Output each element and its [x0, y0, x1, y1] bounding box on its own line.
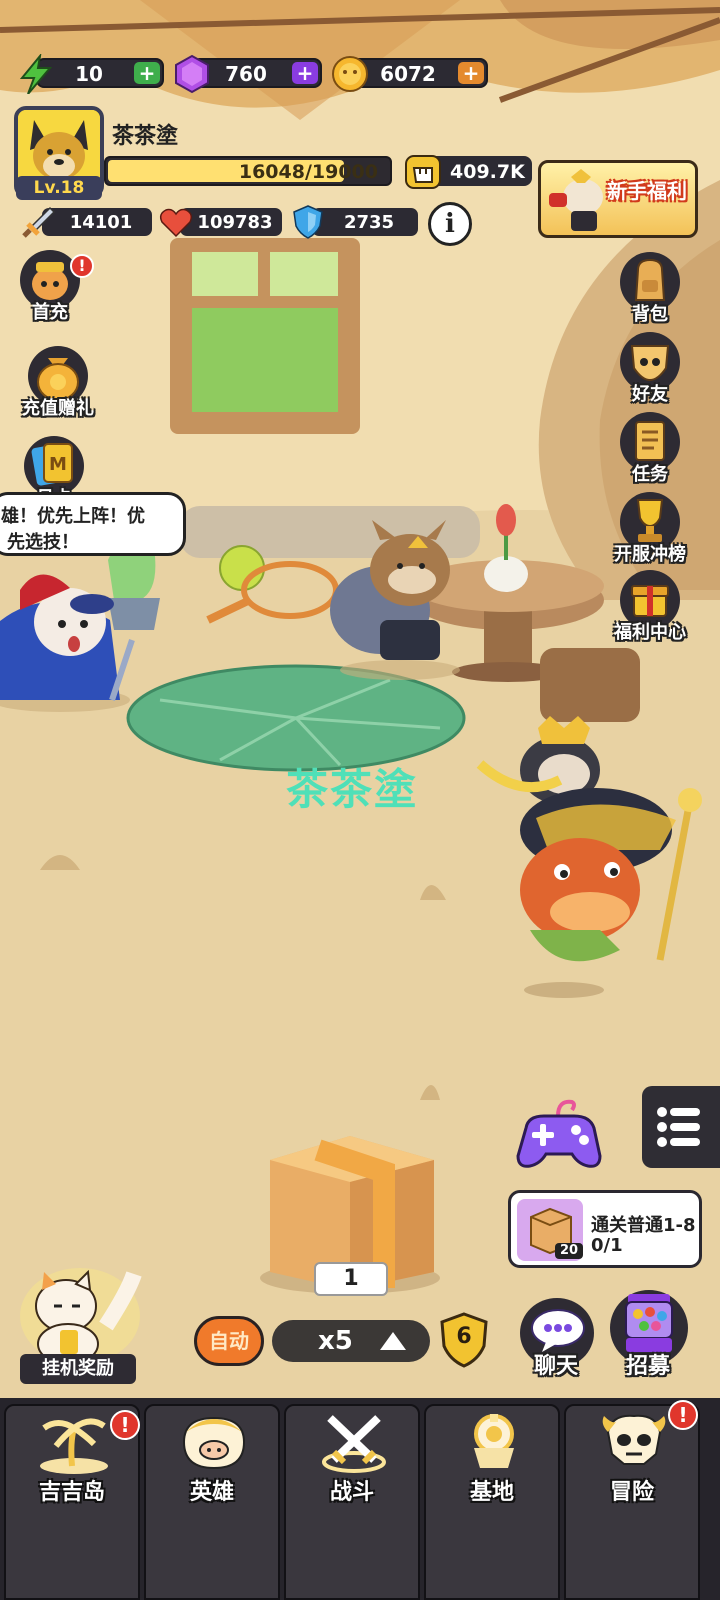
quest-progress: 0/1: [591, 1235, 623, 1256]
recruit-button[interactable]: 招募: [610, 1290, 688, 1379]
megaphone-cat-icon: [549, 169, 603, 231]
heart-icon: [159, 208, 193, 238]
coins-counter: 6072 +: [330, 54, 488, 92]
recruit-label: 招募: [625, 1354, 670, 1379]
tab-adventure[interactable]: ! 冒险: [564, 1400, 700, 1600]
stage-shield[interactable]: 6: [438, 1312, 490, 1368]
gift-icon: [631, 585, 669, 617]
hp-value: 109783: [197, 212, 273, 233]
tasks-icon: [635, 421, 665, 461]
tab-adventure-label: 冒险: [609, 1480, 654, 1505]
menu-button[interactable]: [642, 1086, 720, 1168]
sword-icon: [22, 206, 56, 238]
speech-bubble: 雄！优先上阵！优 先选技！: [0, 492, 186, 556]
hp-stat: 109783: [158, 206, 282, 238]
triangle-up-icon: [380, 1332, 406, 1350]
gamepad-icon: [516, 1099, 602, 1168]
chat-button[interactable]: 聊天: [518, 1298, 594, 1379]
speech-line-2: 先选技！: [7, 532, 79, 553]
month-card-letter: M: [49, 454, 67, 475]
gacha-machine-icon: [625, 1294, 673, 1352]
backpack-button[interactable]: 背包: [612, 252, 688, 332]
game-scene: 10 + 760 + 6072 + Lv.18 茶茶塗 16048/19000 …: [0, 0, 720, 1600]
friends-label: 好友: [632, 384, 668, 405]
crate-count[interactable]: 1: [314, 1262, 388, 1296]
trophy-icon: [636, 499, 664, 542]
bottom-nav: ! 吉吉岛 英雄 战斗 基地 ! 冒险: [0, 1398, 720, 1600]
first-charge-icon: [32, 262, 68, 300]
center-player-name: 茶茶塗: [286, 765, 419, 814]
crossed-swords-icon: [322, 1415, 386, 1473]
quest-card[interactable]: 20 通关普通1-8 0/1: [508, 1190, 702, 1268]
stage-number: 6: [456, 1324, 472, 1349]
power-value: 409.7K: [450, 161, 525, 183]
tab-battle-label: 战斗: [329, 1480, 374, 1505]
speed-value: x5: [318, 1326, 353, 1356]
speed-button[interactable]: x5: [272, 1320, 430, 1362]
tasks-label: 任务: [632, 464, 668, 485]
newbie-welfare-banner[interactable]: 新手福利: [538, 160, 698, 238]
defense-value: 2735: [343, 212, 395, 233]
list-menu-icon: [657, 1107, 700, 1147]
coins-value: 6072: [380, 62, 436, 86]
tab-island[interactable]: ! 吉吉岛: [4, 1404, 140, 1600]
welfare-center-button[interactable]: 福利中心: [612, 570, 688, 650]
hero-pig-icon: [182, 1416, 246, 1470]
quest-reward-count: 20: [555, 1243, 583, 1259]
tasks-button[interactable]: 任务: [612, 412, 688, 492]
tab-heroes[interactable]: 英雄: [144, 1404, 280, 1600]
first-charge-alert: !: [70, 254, 94, 278]
fist-icon: [405, 155, 441, 189]
first-charge-button[interactable]: ! 首充: [12, 250, 94, 330]
server-ranking-button[interactable]: 开服冲榜: [612, 492, 688, 572]
combat-power: 409.7K: [404, 154, 532, 189]
welfare-center-label: 福利中心: [614, 622, 686, 643]
recharge-gift-button[interactable]: 充值赠礼: [20, 346, 96, 426]
info-icon: i: [445, 209, 455, 239]
add-energy-button[interactable]: +: [134, 62, 160, 84]
level-badge: Lv.18: [16, 176, 102, 200]
energy-counter: 10 +: [16, 54, 164, 94]
tab-battle[interactable]: 战斗: [284, 1404, 420, 1600]
month-card-icon: M: [31, 443, 73, 486]
tab-island-label: 吉吉岛: [38, 1480, 105, 1505]
server-ranking-label: 开服冲榜: [614, 544, 686, 565]
idle-reward-label: 挂机奖励: [20, 1354, 136, 1384]
attack-stat: 14101: [20, 206, 152, 238]
friends-button[interactable]: 好友: [612, 332, 688, 412]
newbie-banner-label: 新手福利: [607, 179, 687, 203]
recharge-gift-label: 充值赠礼: [22, 398, 94, 419]
idle-reward-button[interactable]: 挂机奖励: [10, 1256, 150, 1388]
base-tower-icon: [474, 1414, 514, 1468]
speech-line-1: 雄！优先上阵！优: [1, 506, 145, 527]
gems-counter: 760 +: [172, 54, 322, 94]
skull-adventure-icon: [602, 1414, 666, 1465]
attack-value: 14101: [69, 212, 133, 233]
add-coins-button[interactable]: +: [458, 62, 484, 84]
defense-stat: 2735: [290, 205, 418, 239]
gamepad-button[interactable]: [514, 1094, 604, 1174]
tab-base[interactable]: 基地: [424, 1404, 560, 1600]
quest-title: 通关普通1-8: [591, 1215, 696, 1236]
friends-icon: [630, 345, 670, 382]
xp-bar: 16048/19000: [104, 156, 392, 186]
auto-button[interactable]: 自动: [194, 1316, 264, 1366]
info-button[interactable]: i: [428, 202, 472, 246]
tab-island-alert: !: [110, 1410, 140, 1440]
tab-adventure-alert: !: [668, 1400, 698, 1430]
backpack-icon: [634, 258, 666, 301]
shield-icon: [293, 205, 323, 239]
tab-heroes-label: 英雄: [189, 1480, 234, 1505]
energy-value: 10: [75, 62, 103, 86]
add-gems-button[interactable]: +: [292, 62, 318, 84]
palm-island-icon: [40, 1418, 108, 1474]
backpack-label: 背包: [632, 304, 668, 325]
first-charge-label: 首充: [32, 302, 68, 323]
chat-label: 聊天: [533, 1354, 578, 1379]
player-name: 茶茶塗: [112, 124, 179, 149]
gems-value: 760: [225, 62, 267, 86]
xp-text: 16048/19000: [238, 161, 378, 183]
tab-base-label: 基地: [469, 1480, 514, 1505]
lucky-cat-icon: [20, 1268, 142, 1365]
